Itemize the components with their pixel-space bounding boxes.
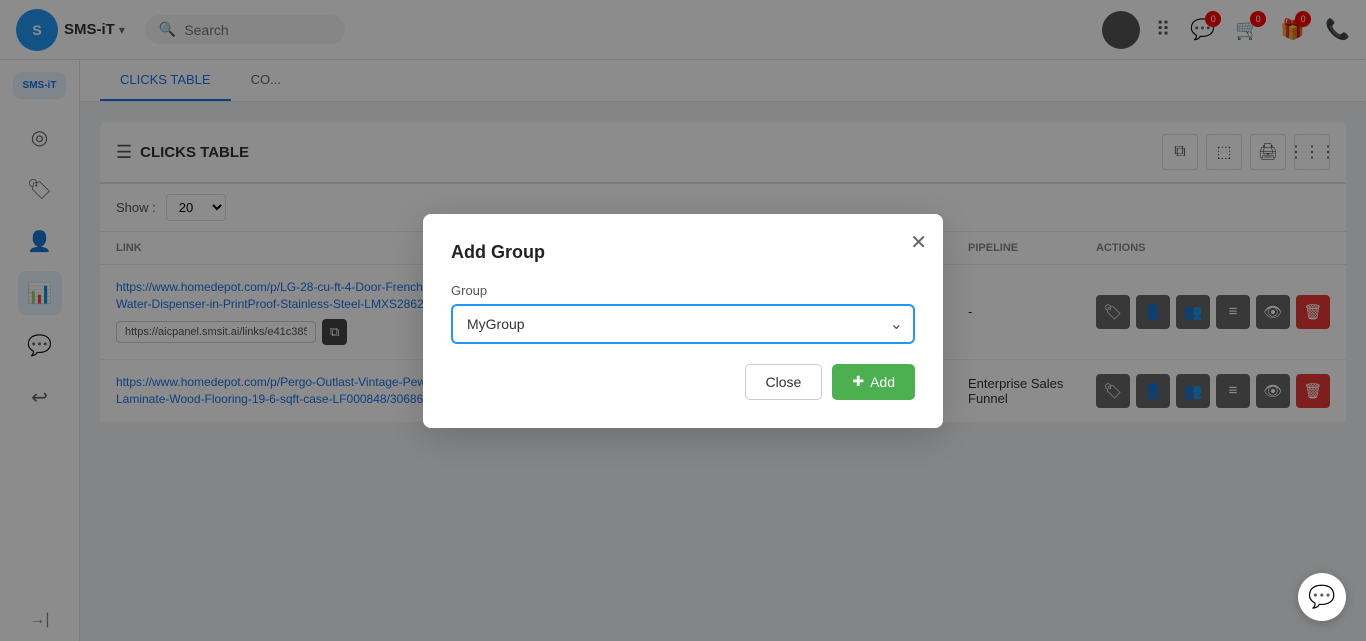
modal-close-button[interactable]: ✕ (910, 230, 927, 255)
chat-widget-button[interactable]: 💬 (1298, 573, 1346, 621)
modal-footer: Close ✚ Add (451, 364, 915, 400)
modal-overlay[interactable]: Add Group ✕ Group MyGroup Group 2 Group … (0, 0, 1366, 641)
group-label: Group (451, 283, 915, 298)
add-group-modal: Add Group ✕ Group MyGroup Group 2 Group … (423, 214, 943, 428)
form-group-group: Group MyGroup Group 2 Group 3 ⌄ (451, 283, 915, 344)
chat-widget-icon: 💬 (1308, 584, 1335, 610)
add-label: Add (870, 374, 895, 390)
select-wrapper: MyGroup Group 2 Group 3 ⌄ (451, 304, 915, 344)
group-select[interactable]: MyGroup Group 2 Group 3 (451, 304, 915, 344)
add-button[interactable]: ✚ Add (832, 364, 915, 400)
add-plus-icon: ✚ (852, 373, 864, 390)
modal-title: Add Group (451, 242, 915, 263)
close-button[interactable]: Close (745, 364, 823, 400)
